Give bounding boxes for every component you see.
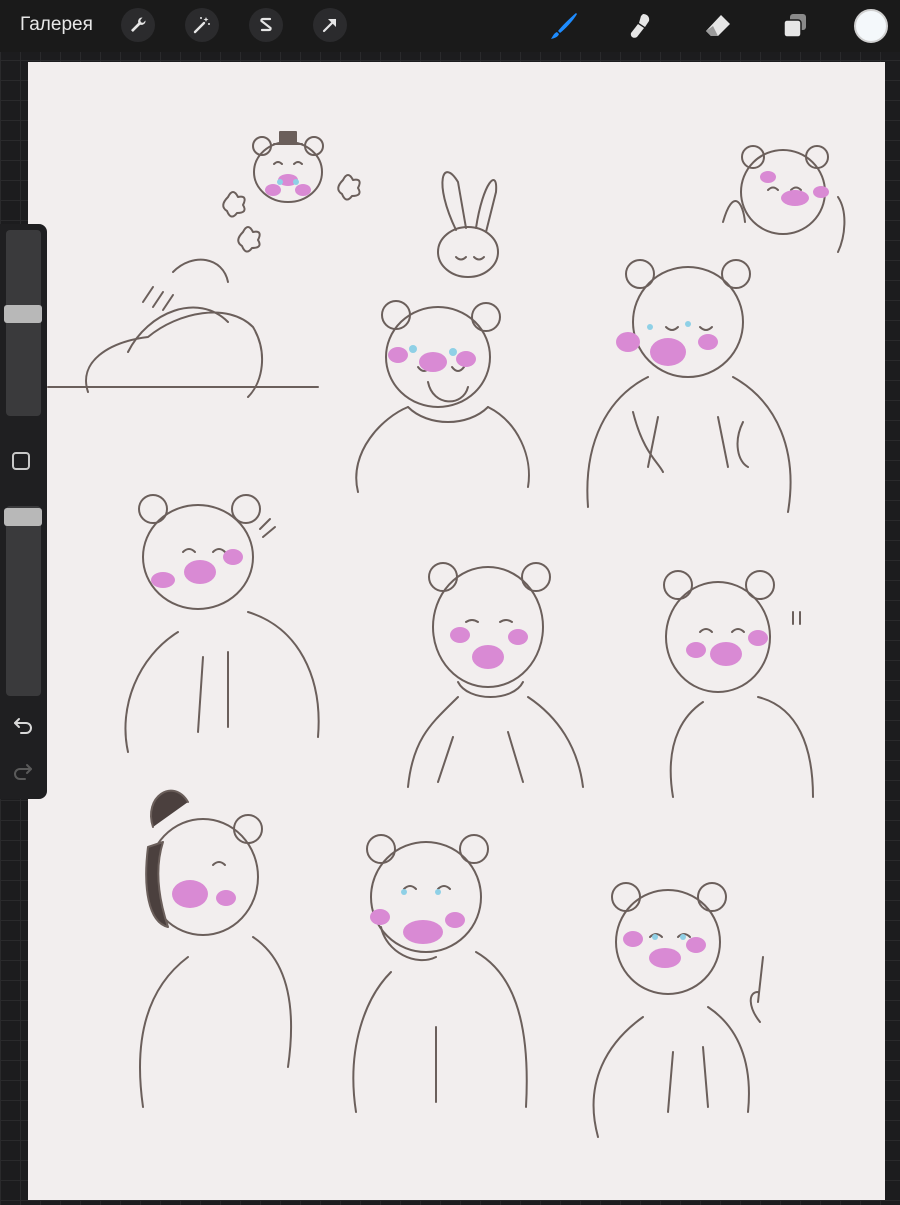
layers-icon [783,14,806,38]
brush-tool[interactable] [546,8,582,44]
transform-arrow-icon [322,18,337,33]
selection-icon [260,17,272,32]
sketch-bear-covering-mouth [352,834,528,1113]
sketch-bear-happy [124,494,320,753]
sketch-flowers [222,174,361,253]
sketch-bear-wink [139,789,293,1108]
brush-size-slider[interactable] [6,230,41,416]
gallery-button[interactable]: Галерея [20,13,93,37]
actions-button[interactable] [121,8,155,42]
selection-button[interactable] [249,8,283,42]
top-toolbar: Галерея [0,0,900,52]
sketch-small-bear-head [252,131,324,203]
wrench-icon [131,17,146,32]
drawing-canvas[interactable] [28,62,885,1200]
opacity-thumb[interactable] [4,508,42,526]
sketch-bear-pointing [592,882,764,1138]
undo-icon[interactable] [11,712,35,736]
brush-icon [551,13,577,39]
sketch-bear-surprised [663,570,814,798]
magic-wand-icon [193,17,210,34]
sketch-sleeping-bear [47,258,319,398]
square-icon[interactable] [12,452,30,470]
left-sidebar [0,224,47,799]
brush-size-thumb[interactable] [4,304,42,323]
eye-highlights [277,179,691,940]
sketch-artwork [47,131,846,1138]
smudge-tool[interactable] [622,8,658,44]
transform-button[interactable] [313,8,347,42]
sketch-bear-sad [407,562,584,788]
eraser-icon [706,15,730,36]
eraser-tool[interactable] [700,8,736,44]
sketch-bear-laughing [355,300,530,493]
smudge-icon [630,14,650,38]
adjustments-button[interactable] [185,8,219,42]
layers-button[interactable] [777,8,813,44]
sketch-bear-shy [586,259,792,513]
color-picker-button[interactable] [854,9,888,43]
redo-icon[interactable] [11,758,35,782]
blush-spots [151,171,829,968]
sketch-bunny-on-head [437,171,499,278]
opacity-slider[interactable] [6,506,41,696]
